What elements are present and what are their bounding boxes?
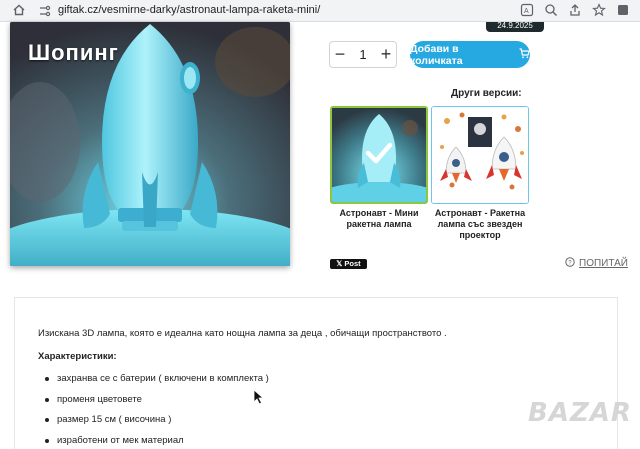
list-item: размер 15 см ( височина )	[45, 414, 269, 435]
list-item: изработени от мек материал	[45, 435, 269, 449]
site-info-icon[interactable]	[38, 4, 52, 18]
version-label-star-projector[interactable]: Астронавт - Ракетна лампа със звезден пр…	[431, 208, 529, 241]
question-icon: ?	[565, 257, 575, 270]
x-post-button[interactable]: 𝕏 Post	[330, 259, 367, 269]
home-icon[interactable]	[12, 3, 26, 17]
product-description: Изискана 3D лампа, която е идеална като …	[38, 328, 447, 339]
zoom-icon[interactable]	[544, 3, 558, 17]
characteristics-title: Характеристики:	[38, 351, 117, 362]
selected-check-icon	[365, 142, 393, 169]
translate-icon[interactable]: A	[520, 3, 534, 17]
add-to-cart-label: Добави в количката	[410, 42, 463, 67]
add-to-cart-button[interactable]: Добави в количката	[410, 41, 531, 68]
share-icon[interactable]	[568, 3, 582, 17]
version-card-star-projector[interactable]	[431, 106, 529, 204]
star-projector-thumbnail	[432, 107, 528, 203]
ask-question-link[interactable]: ? ПОПИТАЙ	[565, 257, 628, 270]
extension-icon[interactable]	[616, 3, 630, 17]
list-item: захранва се с батерии ( включени в компл…	[45, 373, 269, 394]
other-versions-title: Други версии:	[451, 88, 522, 99]
cart-icon	[519, 47, 531, 62]
quantity-increase-button[interactable]: +	[376, 42, 396, 67]
section-divider	[14, 297, 618, 298]
shop-badge: Шопинг	[28, 40, 119, 65]
browser-address-bar: giftak.cz/vesmirne-darky/astronaut-lampa…	[0, 0, 640, 22]
svg-text:A: A	[524, 8, 529, 15]
features-list: захранва се с батерии ( включени в компл…	[45, 373, 269, 449]
section-border-left	[14, 297, 15, 449]
list-item: променя цветовете	[45, 394, 269, 415]
quantity-decrease-button[interactable]: −	[330, 42, 350, 67]
quantity-value[interactable]: 1	[359, 47, 366, 62]
bazar-watermark: BAZAR	[528, 398, 632, 428]
bookmark-star-icon[interactable]	[592, 3, 606, 17]
version-card-mini-rocket[interactable]	[330, 106, 428, 204]
mouse-cursor-icon	[253, 389, 265, 405]
product-main-image[interactable]: Шопинг	[10, 22, 290, 266]
date-chip: 24.9.2025	[486, 22, 544, 32]
url-field[interactable]: giftak.cz/vesmirne-darky/astronaut-lampa…	[58, 4, 320, 16]
ask-question-label: ПОПИТАЙ	[579, 258, 628, 269]
quantity-stepper[interactable]: − 1 +	[329, 41, 397, 68]
version-label-mini-rocket[interactable]: Астронавт - Мини ракетна лампа	[330, 208, 428, 230]
